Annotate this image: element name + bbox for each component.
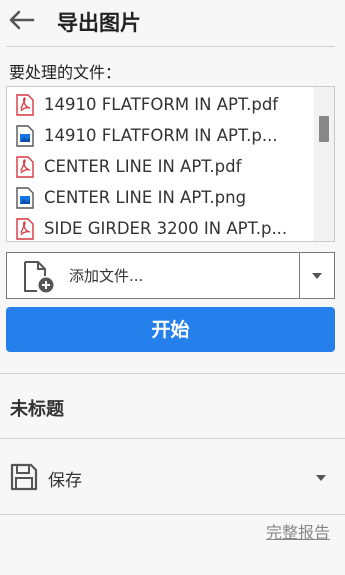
file-list-item[interactable]: CENTER LINE IN APT.pdf — [7, 151, 307, 182]
page-title: 导出图片 — [57, 11, 141, 35]
add-files-label: 添加文件... — [69, 267, 144, 285]
file-name: CENTER LINE IN APT.pdf — [44, 157, 242, 176]
back-button[interactable] — [6, 6, 36, 34]
divider — [6, 46, 335, 47]
save-action[interactable]: 保存 — [0, 450, 345, 506]
files-label: 要处理的文件： — [9, 63, 122, 82]
divider — [0, 514, 345, 515]
pdf-file-icon — [16, 217, 34, 240]
file-list-item[interactable]: SIDE GIRDER 3200 IN APT.p... — [7, 213, 307, 241]
image-file-icon — [16, 124, 34, 147]
file-name: 14910 FLATFORM IN APT.pdf — [44, 95, 279, 114]
save-label: 保存 — [48, 471, 82, 491]
file-name: CENTER LINE IN APT.png — [44, 188, 247, 207]
image-file-icon — [16, 186, 34, 209]
file-name: SIDE GIRDER 3200 IN APT.p... — [44, 219, 288, 238]
start-button[interactable]: 开始 — [6, 307, 335, 352]
file-list-item[interactable]: 14910 FLATFORM IN APT.p... — [7, 120, 307, 151]
pdf-file-icon — [16, 93, 34, 116]
add-files-control: 添加文件... — [6, 252, 335, 299]
divider — [0, 438, 345, 439]
scrollbar-thumb[interactable] — [319, 116, 329, 142]
divider — [0, 373, 345, 374]
file-list-item[interactable]: 14910 FLATFORM IN APT.pdf — [7, 89, 307, 120]
file-list[interactable]: 14910 FLATFORM IN APT.pdf 14910 FLATFORM … — [6, 86, 335, 242]
file-name: 14910 FLATFORM IN APT.p... — [44, 126, 278, 145]
add-files-button[interactable]: 添加文件... — [7, 253, 299, 298]
chevron-down-icon — [312, 273, 322, 279]
add-files-dropdown[interactable] — [300, 253, 334, 298]
file-list-item[interactable]: CENTER LINE IN APT.png — [7, 182, 307, 213]
scrollbar[interactable] — [314, 87, 334, 241]
full-report-link[interactable]: 完整报告 — [266, 519, 330, 543]
arrow-left-icon — [9, 10, 35, 30]
action-title: 未标题 — [10, 399, 64, 420]
save-icon — [10, 463, 38, 491]
file-rows: 14910 FLATFORM IN APT.pdf 14910 FLATFORM … — [7, 89, 307, 241]
add-file-icon — [24, 261, 54, 293]
header: 导出图片 — [0, 0, 345, 46]
pdf-file-icon — [16, 155, 34, 178]
chevron-down-icon — [316, 475, 326, 481]
